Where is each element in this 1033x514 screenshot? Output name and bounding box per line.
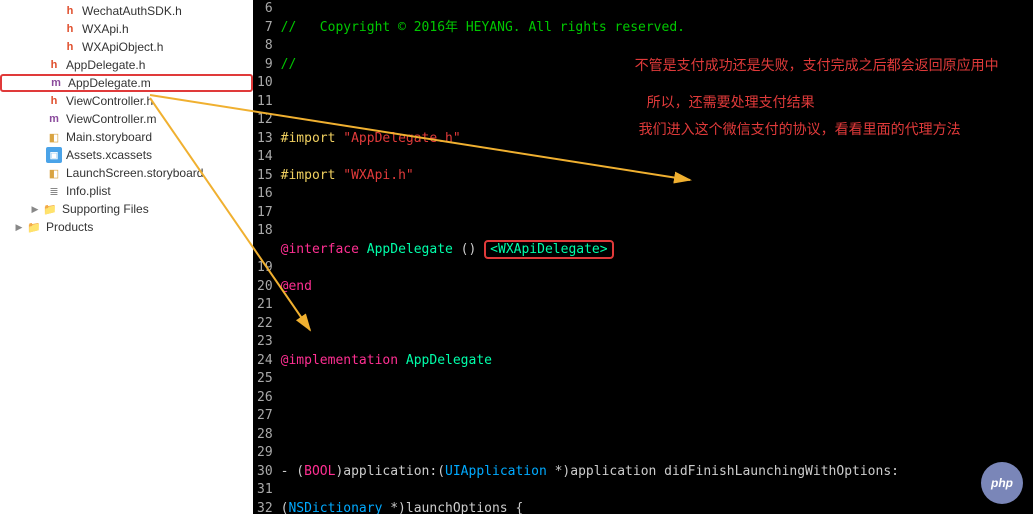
header-file-icon: h [62,39,78,55]
file-item[interactable]: ≣ Info.plist [0,182,253,200]
preprocessor: #import [281,131,344,146]
plist-icon: ≣ [46,183,62,199]
file-item[interactable]: ▣ Assets.xcassets [0,146,253,164]
php-badge-icon: php [981,462,1023,504]
annotation: 我们进入这个微信支付的协议，看看里面的代理方法 [639,120,961,139]
file-navigator: h WechatAuthSDK.h h WXApi.h h WXApiObject.h… [0,0,253,514]
folder-label: Supporting Files [62,202,149,216]
file-item[interactable]: ◧ LaunchScreen.storyboard [0,164,253,182]
file-label: WechatAuthSDK.h [82,4,182,18]
header-file-icon: h [46,93,62,109]
header-file-icon: h [46,57,62,73]
file-label: ViewController.h [66,94,153,108]
file-label: AppDelegate.h [66,58,145,72]
impl-file-icon: m [46,111,62,127]
file-label: WXApiObject.h [82,40,163,54]
file-label: Assets.xcassets [66,148,152,162]
file-label: Info.plist [66,184,111,198]
folder-item[interactable]: ▶📁 Supporting Files [0,200,253,218]
header-file-icon: h [62,3,78,19]
disclosure-icon[interactable]: ▶ [14,222,24,233]
folder-icon: 📁 [42,201,58,217]
class-name: AppDelegate [406,353,492,368]
file-item[interactable]: h WXApi.h [0,20,253,38]
protocol-name: <WXApiDelegate> [490,242,607,257]
file-label: AppDelegate.m [68,76,151,90]
class-name: AppDelegate [367,242,453,257]
file-item[interactable]: h ViewController.h [0,92,253,110]
file-label: WXApi.h [82,22,129,36]
file-item-selected[interactable]: m AppDelegate.m [0,74,253,92]
header-file-icon: h [62,21,78,37]
annotation: 所以，还需要处理支付结果 [647,93,815,112]
folder-label: Products [46,220,93,234]
comment: // Copyright © 2016年 HEYANG. All rights … [281,20,685,35]
line-gutter: 6789101112131415161718192021222324252627… [253,0,281,514]
file-item[interactable]: h WechatAuthSDK.h [0,2,253,20]
code-editor[interactable]: 6789101112131415161718192021222324252627… [253,0,1033,514]
string: "AppDelegate.h" [343,131,460,146]
keyword: @interface [281,242,359,257]
storyboard-icon: ◧ [46,129,62,145]
storyboard-icon: ◧ [46,165,62,181]
comment: // [281,57,297,72]
disclosure-icon[interactable]: ▶ [30,204,40,215]
file-item[interactable]: m ViewController.m [0,110,253,128]
string: "WXApi.h" [343,168,413,183]
file-item[interactable]: h AppDelegate.h [0,56,253,74]
folder-icon: 📁 [26,219,42,235]
assets-icon: ▣ [46,147,62,163]
keyword: @end [281,279,312,294]
annotation: 不管是支付成功还是失败，支付完成之后都会返回原应用中 [635,56,999,75]
file-item[interactable]: ◧ Main.storyboard [0,128,253,146]
preprocessor: #import [281,168,344,183]
file-label: Main.storyboard [66,130,152,144]
file-item[interactable]: h WXApiObject.h [0,38,253,56]
code-area[interactable]: // Copyright © 2016年 HEYANG. All rights … [281,0,1033,514]
file-label: ViewController.m [66,112,156,126]
keyword: @implementation [281,353,406,368]
folder-item[interactable]: ▶📁 Products [0,218,253,236]
impl-file-icon: m [48,75,64,91]
file-label: LaunchScreen.storyboard [66,166,203,180]
